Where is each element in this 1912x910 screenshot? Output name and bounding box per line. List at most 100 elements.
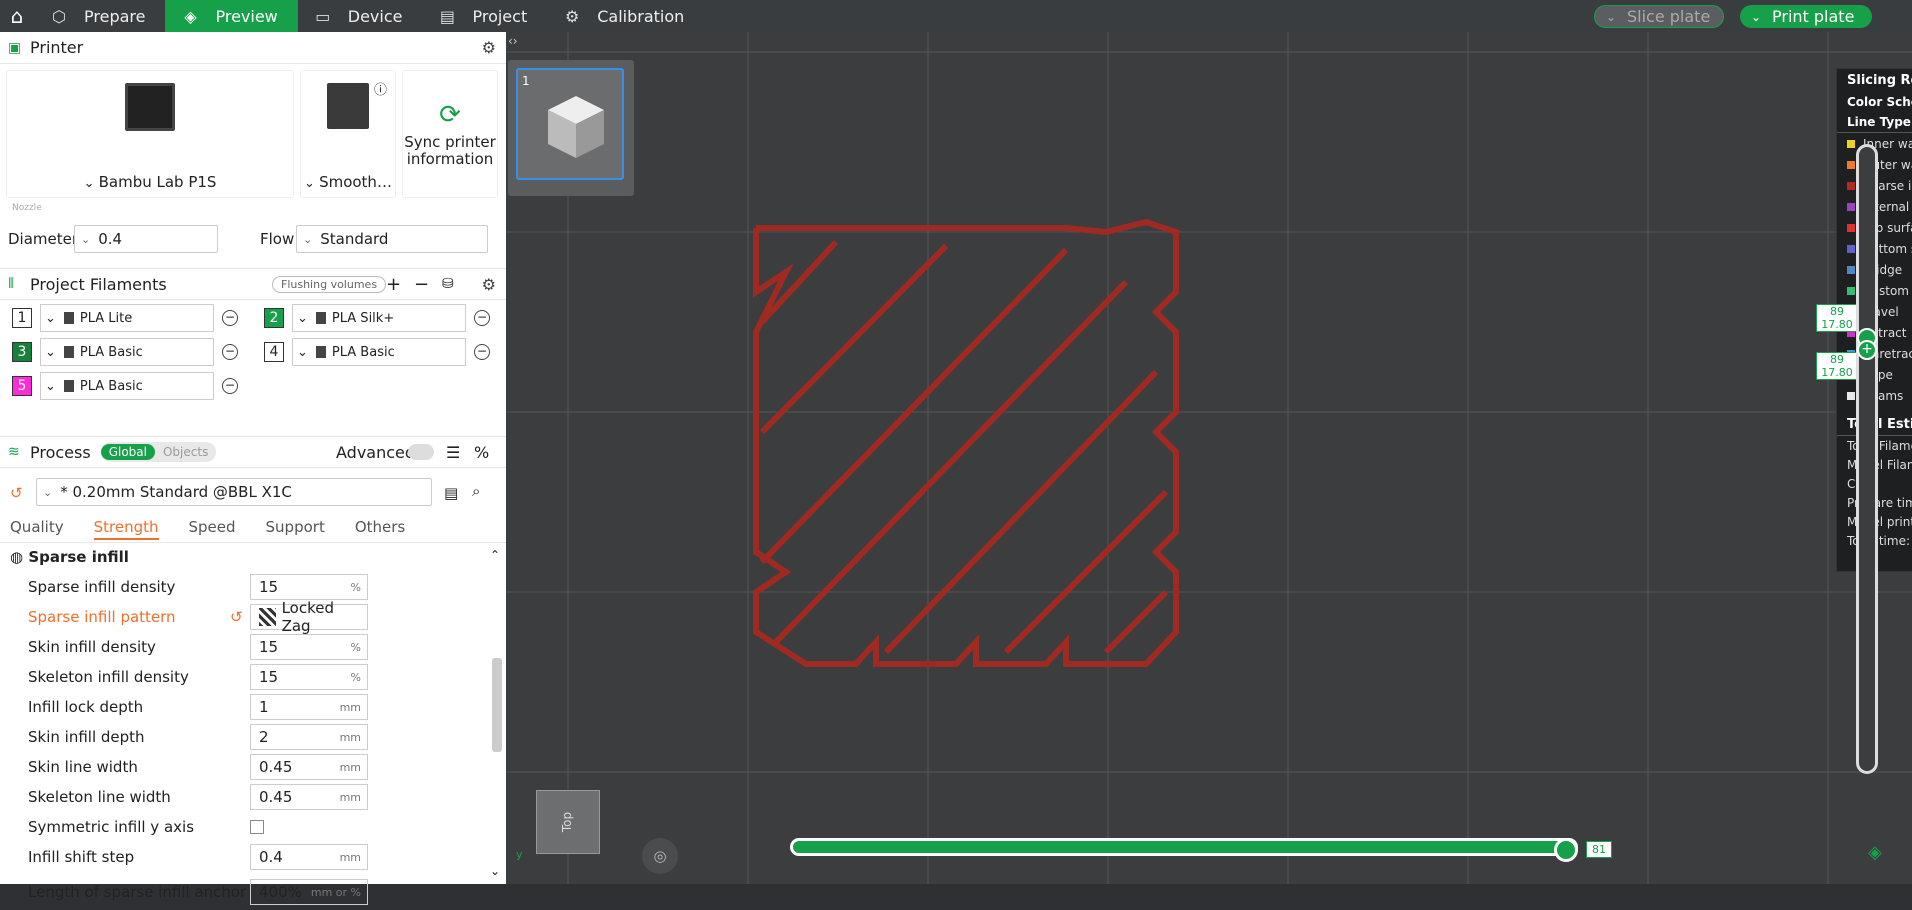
filament-select[interactable]: ⌄ PLA Lite (40, 304, 214, 332)
setting-unit: mm (339, 790, 361, 804)
chevron-down-icon: ⌄ (83, 176, 99, 191)
view-cube[interactable]: Top (536, 790, 600, 854)
plate-thumbnail[interactable]: 1 (508, 60, 634, 196)
remove-filament-icon[interactable]: − (222, 344, 238, 360)
process-tab[interactable]: Strength (93, 518, 159, 540)
gear-icon[interactable]: ⚙ (482, 275, 496, 294)
process-preset-select[interactable]: ⌄ * 0.20mm Standard @BBL X1C (36, 478, 432, 506)
process-setting-row: Skin infill depth 2 mm (28, 724, 368, 750)
diameter-select[interactable]: ⌄ 0.4 (74, 225, 218, 253)
sync-printer-button[interactable]: ⟳ Sync printer information (402, 70, 498, 198)
setting-label: Skeleton infill density (28, 668, 189, 686)
gear-icon[interactable]: ⚙ (482, 38, 496, 57)
document-icon: ▤ (439, 6, 456, 26)
setting-value: 0.45 (259, 788, 293, 806)
setting-input[interactable]: 0.45 mm (250, 784, 368, 810)
filament-select[interactable]: ⌄ PLA Basic (40, 372, 214, 400)
tab-project[interactable]: ▤ Project (422, 0, 547, 32)
info-icon[interactable]: ⓘ (374, 79, 387, 98)
layer-slider[interactable] (1856, 144, 1878, 774)
button-label: Slice plate (1627, 7, 1711, 26)
move-slider[interactable] (790, 838, 1578, 856)
axis-y-label: y (516, 848, 523, 861)
add-icon[interactable]: + (386, 274, 401, 295)
objects-option[interactable]: Objects (155, 445, 216, 459)
filament-number: 1 (12, 308, 32, 328)
tab-calibration[interactable]: ⚙ Calibration (547, 0, 704, 32)
filament-select[interactable]: ⌄ PLA Basic (292, 338, 466, 366)
flow-select[interactable]: ⌄ Standard (296, 225, 488, 253)
filament-item[interactable]: 2 ⌄ PLA Silk+ − (264, 304, 490, 332)
list-icon[interactable]: ☰ (446, 443, 460, 462)
global-option[interactable]: Global (100, 444, 155, 460)
remove-filament-icon[interactable]: − (474, 310, 490, 326)
move-slider-handle[interactable] (1554, 838, 1578, 862)
setting-input[interactable]: 0.4 mm (250, 844, 368, 870)
setting-input[interactable]: 15% (250, 634, 368, 660)
search-icon[interactable]: ⌕ (472, 482, 480, 500)
layers-view-icon[interactable]: ◈ (1868, 842, 1882, 863)
setting-unit: mm (339, 700, 361, 714)
setting-input[interactable]: 400% mm or % (250, 879, 368, 905)
filament-select[interactable]: ⌄ PLA Basic (40, 338, 214, 366)
camera-icon[interactable]: ◎ (642, 838, 678, 874)
scroll-down-icon[interactable]: ⌄ (490, 864, 500, 878)
setting-input[interactable]: 0.45 mm (250, 754, 368, 780)
filament-item[interactable]: 3 ⌄ PLA Basic − (12, 338, 238, 366)
filament-spool-icon (315, 312, 326, 324)
setting-input[interactable]: 15% (250, 574, 368, 600)
setting-unit: mm (339, 760, 361, 774)
tab-label: Preview (215, 6, 278, 26)
setting-unit: % (350, 670, 361, 684)
print-plate-button[interactable]: ⌄ Print plate (1740, 5, 1872, 28)
plate-name: Smooth… (319, 173, 392, 191)
printer-icon: ▣ (8, 39, 22, 56)
collapse-icon[interactable]: ⌃ (490, 548, 500, 562)
remove-filament-icon[interactable]: − (474, 344, 490, 360)
flushing-volumes-button[interactable]: Flushing volumes (272, 275, 387, 293)
setting-label: Sparse infill density (28, 578, 176, 596)
setting-input[interactable]: 2 mm (250, 724, 368, 750)
checkbox[interactable] (250, 820, 264, 834)
layer-slider-add-icon[interactable]: + (1857, 340, 1877, 360)
remove-filament-icon[interactable]: − (222, 378, 238, 394)
filament-select[interactable]: ⌄ PLA Silk+ (292, 304, 466, 332)
setting-input[interactable]: 1 mm (250, 694, 368, 720)
tab-prepare[interactable]: ⬡ Prepare (34, 0, 165, 32)
plate-selector[interactable]: ⓘ ⌄ Smooth… (300, 70, 396, 198)
setting-unit: mm or % (310, 885, 361, 899)
setting-input[interactable]: 15% (250, 664, 368, 690)
3d-preview-viewport[interactable]: ‹› 1 Slicing Result⌃Color Scheme⌄ Line T… (506, 32, 1912, 884)
setting-unit: mm (339, 850, 361, 864)
setting-label: Sparse infill pattern (28, 608, 176, 626)
sync-filament-icon[interactable]: ⛁ (442, 276, 454, 292)
tab-preview[interactable]: ◈ Preview (165, 0, 298, 32)
process-tab[interactable]: Others (355, 518, 405, 540)
plate-image (327, 83, 369, 129)
advanced-switch[interactable] (408, 444, 434, 460)
color-swatch (1847, 265, 1855, 274)
slice-plate-button[interactable]: ⌄ Slice plate (1594, 5, 1724, 28)
filament-item[interactable]: 4 ⌄ PLA Basic − (264, 338, 490, 366)
setting-select[interactable]: Locked Zag (250, 599, 368, 635)
process-tabs: Quality Strength Speed Support Others (10, 518, 435, 540)
filament-spool-icon (63, 312, 74, 324)
printer-selector[interactable]: ⌄ Bambu Lab P1S (6, 70, 294, 198)
home-icon[interactable]: ⌂ (0, 0, 34, 32)
scrollbar[interactable] (492, 658, 502, 752)
filament-item[interactable]: 1 ⌄ PLA Lite − (12, 304, 238, 332)
save-icon[interactable]: ▤ (444, 484, 458, 502)
percent-icon[interactable]: % (474, 443, 489, 462)
tab-device[interactable]: ▭ Device (298, 0, 423, 32)
global-objects-toggle[interactable]: Global Objects (100, 442, 217, 462)
process-tab[interactable]: Quality (10, 518, 64, 540)
remove-filament-icon[interactable]: − (222, 310, 238, 326)
remove-icon[interactable]: − (414, 274, 429, 295)
process-tab[interactable]: Support (266, 518, 325, 540)
reset-icon[interactable]: ↺ (10, 484, 23, 502)
reset-icon[interactable]: ↺ (230, 608, 250, 626)
filament-item[interactable]: 5 ⌄ PLA Basic − (12, 372, 238, 400)
process-tab[interactable]: Speed (189, 518, 236, 540)
filament-spool-icon (63, 380, 74, 392)
collapse-panel-icon[interactable]: ‹› (508, 34, 518, 48)
